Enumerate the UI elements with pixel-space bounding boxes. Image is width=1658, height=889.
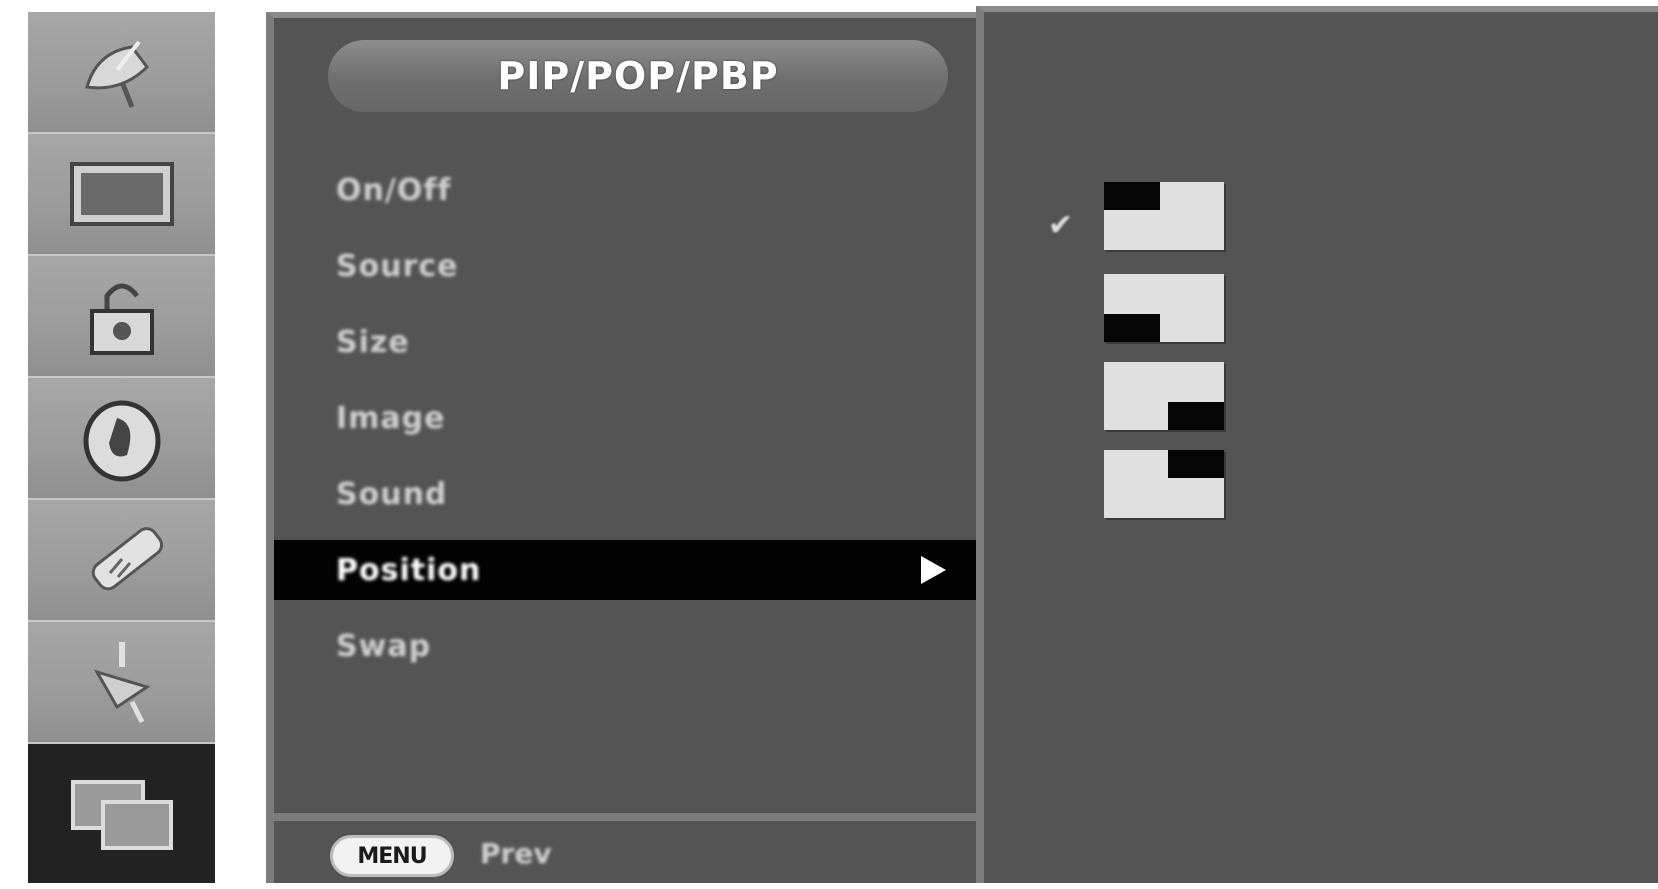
pip-menu-panel: PIP/POP/PBP On/Off Source Size Image Sou… [266,12,976,883]
menu-item-position[interactable]: Position [274,540,976,600]
footer-action-label: Prev [480,837,552,870]
menu-item-size[interactable]: Size [274,312,976,372]
category-sidebar [28,12,215,883]
menu-item-label: Swap [336,628,432,664]
position-option-bottom-right[interactable] [1104,362,1224,430]
pip-window-marker [1168,450,1224,478]
check-mark-icon: ✔ [1048,208,1074,243]
sidebar-item-color[interactable] [28,378,215,500]
menu-title: PIP/POP/PBP [328,40,948,112]
sidebar-item-lock[interactable] [28,256,215,378]
menu-item-swap[interactable]: Swap [274,616,976,676]
satellite-dish-icon [84,40,149,108]
menu-item-sound[interactable]: Sound [274,464,976,524]
sidebar-item-setup[interactable] [28,622,215,744]
color-circle-icon [83,400,160,482]
menu-item-label: Source [336,248,459,284]
pip-screens-icon [70,779,173,850]
menu-item-label: Sound [336,476,448,512]
menu-item-label: On/Off [336,172,452,208]
pip-window-marker [1104,314,1160,342]
menu-item-image[interactable]: Image [274,388,976,448]
sidebar-item-picture[interactable] [28,134,215,256]
position-option-bottom-left[interactable] [1104,274,1224,342]
sidebar-item-remote[interactable] [28,500,215,622]
lock-icon [89,283,154,355]
sidebar-item-channel[interactable] [28,12,215,134]
position-option-top-right[interactable] [1104,450,1224,518]
position-option-top-left[interactable] [1104,182,1224,250]
connector-plug-icon [93,642,150,724]
pip-window-marker [1104,182,1160,210]
menu-item-source[interactable]: Source [274,236,976,296]
position-options-panel: ✔ [976,6,1658,883]
menu-item-label: Size [336,324,410,360]
menu-item-label: Image [336,400,446,436]
footer-divider [274,813,976,821]
sidebar-item-pip[interactable] [28,744,215,883]
menu-item-label: Position [336,552,482,588]
menu-item-on-off[interactable]: On/Off [274,160,976,220]
arrow-right-icon [921,556,946,584]
remote-control-icon [91,527,163,591]
menu-key-button[interactable]: MENU [330,835,454,877]
menu-footer: MENU Prev [274,821,976,889]
screen-rectangle-icon [69,162,174,226]
pip-window-marker [1168,402,1224,430]
